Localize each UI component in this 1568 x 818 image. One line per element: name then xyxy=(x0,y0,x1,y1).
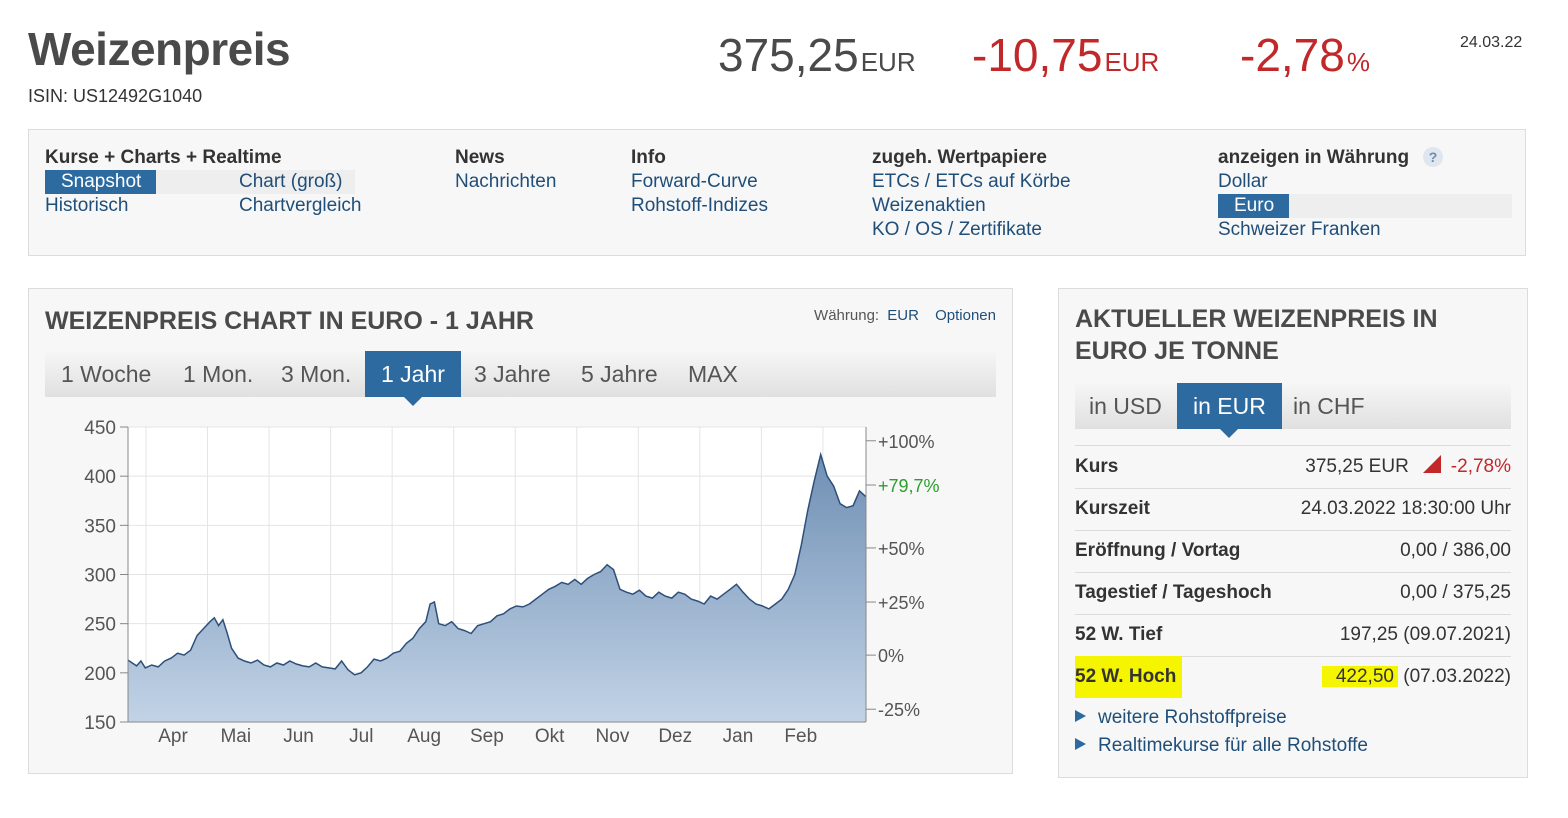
nav-chartvergleich[interactable]: Chartvergleich xyxy=(239,194,362,218)
right-tick-label: +25% xyxy=(878,593,925,613)
right-tick-label: +50% xyxy=(878,539,925,559)
nav-column-currency: anzeigen in Währung? Dollar Euro Schweiz… xyxy=(1218,146,1512,242)
current-percent-label: +79,7% xyxy=(878,476,940,496)
row-value: 375,25 EUR -2,78% xyxy=(1305,446,1511,488)
row-52w-hoch: 52 W. Hoch 422,50 (07.03.2022) xyxy=(1075,656,1511,698)
row-kurs: Kurs 375,25 EUR -2,78% xyxy=(1075,445,1511,489)
absolute-change-value: -10,75 xyxy=(972,29,1103,81)
nav-column-wertpapiere: zugeh. Wertpapiere ETCs / ETCs auf Körbe… xyxy=(872,146,1071,242)
page-title: Weizenpreis xyxy=(28,23,291,75)
price-chart[interactable]: 150 200 250 300 350 400 450 Apr Mai Jun Jul Aug Sep O… xyxy=(29,289,1012,773)
x-tick-label: Apr xyxy=(158,726,188,747)
52w-high-date: (07.03.2022) xyxy=(1397,666,1511,687)
kurs-value: 375,25 EUR xyxy=(1305,456,1409,477)
link-text: weitere Rohstoffpreise xyxy=(1098,707,1287,728)
row-label: Eröffnung / Vortag xyxy=(1075,540,1241,561)
nav-heading-info: Info xyxy=(631,147,666,168)
52w-high-value-highlighted: 422,50 xyxy=(1321,666,1398,687)
absolute-change-unit: EUR xyxy=(1104,47,1160,77)
arrow-right-icon xyxy=(1075,710,1086,722)
nav-chart-gross[interactable]: Chart (groß) xyxy=(239,170,342,194)
currency-tabs: in USD in EUR in CHF xyxy=(1075,383,1511,438)
x-tick-label: Okt xyxy=(535,726,565,747)
info-panel: AKTUELLER WEIZENPREIS IN EURO JE TONNE i… xyxy=(1058,288,1528,778)
nav-nachrichten[interactable]: Nachrichten xyxy=(455,170,556,194)
navigation-box: Kurse + Charts + Realtime Snapshot Chart… xyxy=(28,129,1526,256)
row-label: 52 W. Tief xyxy=(1075,624,1163,645)
absolute-change: -10,75EUR xyxy=(972,28,1159,82)
y-tick-label: 200 xyxy=(84,664,116,685)
current-price: 375,25EUR xyxy=(718,28,916,82)
right-tick-label: 0% xyxy=(878,646,904,666)
y-tick-label: 300 xyxy=(84,566,116,587)
row-value: 197,25 (09.07.2021) xyxy=(1339,624,1511,645)
isin-label: ISIN: US12492G1040 xyxy=(28,86,203,106)
price-value: 375,25 xyxy=(718,29,859,81)
row-value: 422,50 (07.03.2022) xyxy=(1321,656,1511,698)
right-tick-label: +100% xyxy=(878,432,935,452)
x-tick-label: Jan xyxy=(723,726,754,747)
row-kurszeit: Kurszeit 24.03.2022 18:30:00 Uhr xyxy=(1075,488,1511,531)
y-tick-label: 450 xyxy=(84,418,116,439)
link-text: Realtimekurse für alle Rohstoffe xyxy=(1098,735,1368,756)
down-triangle-icon xyxy=(1422,455,1441,473)
row-52w-tief: 52 W. Tief 197,25 (09.07.2021) xyxy=(1075,614,1511,657)
chart-panel: WEIZENPREIS CHART IN EURO - 1 JAHR Währu… xyxy=(28,288,1013,774)
nav-heading-charts: Kurse + Charts + Realtime xyxy=(45,147,282,168)
nav-heading-currency: anzeigen in Währung? xyxy=(1218,146,1512,170)
row-label: Kurs xyxy=(1075,456,1119,477)
row-label-highlighted: 52 W. Hoch xyxy=(1075,656,1183,698)
y-tick-label: 150 xyxy=(84,713,116,734)
currency-chf[interactable]: Schweizer Franken xyxy=(1218,218,1512,242)
nav-ko-os-zertifikate[interactable]: KO / OS / Zertifikate xyxy=(872,218,1071,242)
price-unit: EUR xyxy=(860,47,916,77)
percent-change-value: -2,78 xyxy=(1240,29,1345,81)
percent-change: -2,78% xyxy=(1240,28,1370,82)
row-tagestief: Tagestief / Tageshoch 0,00 / 375,25 xyxy=(1075,572,1511,615)
x-tick-label: Dez xyxy=(658,726,692,747)
y-tick-label: 350 xyxy=(84,516,116,537)
nav-heading-news: News xyxy=(455,147,505,168)
row-value: 0,00 / 375,25 xyxy=(1400,582,1511,603)
currency-euro[interactable]: Euro xyxy=(1218,194,1289,218)
y-tick-label: 400 xyxy=(84,467,116,488)
x-tick-label: Jun xyxy=(283,726,314,747)
kurs-change: -2,78% xyxy=(1450,456,1511,477)
tab-in-chf[interactable]: in CHF xyxy=(1293,383,1365,429)
right-tick-label: -25% xyxy=(878,700,920,720)
quote-date: 24.03.22 xyxy=(1460,34,1523,51)
info-title: AKTUELLER WEIZENPREIS IN EURO JE TONNE xyxy=(1075,305,1438,365)
nav-column-news: News Nachrichten xyxy=(455,146,556,194)
nav-forward-curve[interactable]: Forward-Curve xyxy=(631,170,768,194)
x-tick-label: Feb xyxy=(784,726,817,747)
x-tick-label: Nov xyxy=(596,726,630,747)
tab-in-usd[interactable]: in USD xyxy=(1089,383,1162,429)
nav-historisch[interactable]: Historisch xyxy=(45,194,128,218)
x-tick-label: Aug xyxy=(407,726,441,747)
row-value: 0,00 / 386,00 xyxy=(1400,540,1511,561)
nav-heading-wertpapiere: zugeh. Wertpapiere xyxy=(872,147,1047,168)
nav-snapshot[interactable]: Snapshot xyxy=(45,170,156,194)
arrow-right-icon xyxy=(1075,738,1086,750)
y-tick-label: 250 xyxy=(84,615,116,636)
nav-column-charts: Kurse + Charts + Realtime Snapshot Chart… xyxy=(45,146,362,218)
tab-in-eur[interactable]: in EUR xyxy=(1177,383,1282,438)
row-label: Kurszeit xyxy=(1075,498,1150,519)
link-realtimekurse[interactable]: Realtimekurse für alle Rohstoffe xyxy=(1075,735,1368,757)
percent-change-unit: % xyxy=(1346,47,1370,77)
nav-rohstoff-indizes[interactable]: Rohstoff-Indizes xyxy=(631,194,768,218)
x-tick-label: Mai xyxy=(220,726,251,747)
link-weitere-rohstoffpreise[interactable]: weitere Rohstoffpreise xyxy=(1075,707,1287,729)
nav-weizenaktien[interactable]: Weizenaktien xyxy=(872,194,1071,218)
nav-etcs[interactable]: ETCs / ETCs auf Körbe xyxy=(872,170,1071,194)
x-tick-label: Jul xyxy=(349,726,373,747)
currency-dollar[interactable]: Dollar xyxy=(1218,170,1512,194)
row-eroeffnung: Eröffnung / Vortag 0,00 / 386,00 xyxy=(1075,530,1511,573)
nav-heading-currency-text: anzeigen in Währung xyxy=(1218,147,1410,168)
row-value: 24.03.2022 18:30:00 Uhr xyxy=(1300,498,1511,519)
x-tick-label: Sep xyxy=(470,726,504,747)
help-icon[interactable]: ? xyxy=(1423,147,1444,167)
row-label: Tagestief / Tageshoch xyxy=(1075,582,1272,603)
nav-column-info: Info Forward-Curve Rohstoff-Indizes xyxy=(631,146,768,218)
